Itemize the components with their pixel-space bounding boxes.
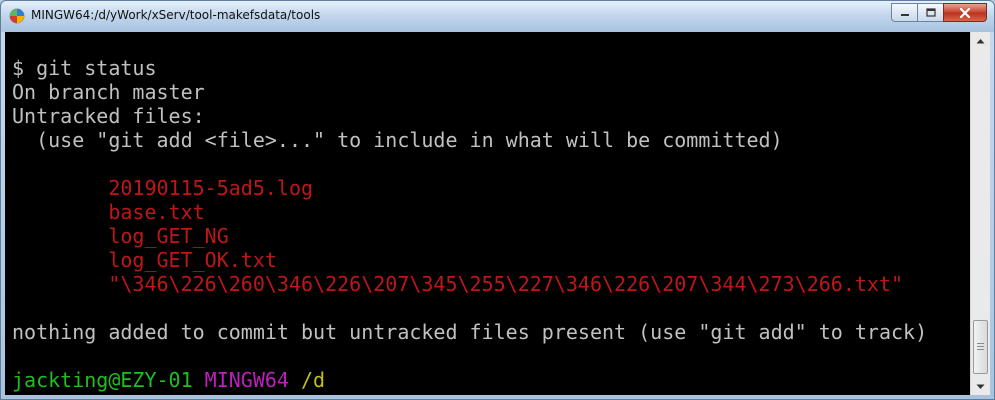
scroll-up-arrow-icon	[976, 38, 985, 43]
prompt-path: /d	[301, 368, 326, 392]
window-title: MINGW64:/d/yWork/xServ/tool-makefsdata/t…	[31, 8, 321, 22]
terminal-line-summary: nothing added to commit but untracked fi…	[12, 320, 928, 344]
minimize-icon	[900, 13, 909, 16]
untracked-file: log_GET_OK.txt	[12, 248, 277, 272]
maximize-icon	[925, 8, 936, 17]
scroll-up-button[interactable]	[971, 32, 990, 49]
untracked-file: 20190115-5ad5.log	[12, 176, 314, 200]
close-button[interactable]	[943, 3, 987, 22]
window-controls	[891, 3, 987, 23]
scroll-down-button[interactable]	[971, 378, 990, 395]
terminal-line-hint: (use "git add <file>..." to include in w…	[12, 128, 783, 152]
shell-prompt-info: jackting@EZY-01 MINGW64 /d	[12, 368, 970, 392]
mingw-app-icon[interactable]	[9, 8, 25, 24]
vertical-scrollbar[interactable]	[970, 32, 990, 395]
prompt-user-host: jackting@EZY-01	[12, 368, 193, 392]
thumb-grip-line	[977, 349, 984, 350]
scrollbar-thumb[interactable]	[973, 320, 988, 374]
terminal-line-branch: On branch master	[12, 80, 205, 104]
terminal-line-untracked-header: Untracked files:	[12, 104, 205, 128]
thumb-grip-line	[977, 343, 984, 344]
terminal-output[interactable]: $ git status On branch master Untracked fi…	[5, 32, 970, 395]
terminal-line-command: $ git status	[12, 56, 157, 80]
close-icon	[959, 7, 971, 18]
untracked-file: "\346\226\260\346\226\207\345\255\227\34…	[12, 272, 904, 296]
prompt-symbol: $	[12, 392, 24, 395]
terminal-window: MINGW64:/d/yWork/xServ/tool-makefsdata/t…	[0, 0, 995, 400]
untracked-file: log_GET_NG	[12, 224, 229, 248]
prompt-env: MINGW64	[204, 368, 289, 392]
maximize-button[interactable]	[917, 3, 943, 22]
thumb-grip-line	[977, 346, 984, 347]
untracked-file: base.txt	[12, 200, 205, 224]
scroll-down-arrow-icon	[976, 384, 985, 389]
minimize-button[interactable]	[891, 3, 917, 22]
title-bar[interactable]: MINGW64:/d/yWork/xServ/tool-makefsdata/t…	[1, 1, 994, 32]
shell-prompt-input[interactable]: $	[12, 392, 970, 395]
